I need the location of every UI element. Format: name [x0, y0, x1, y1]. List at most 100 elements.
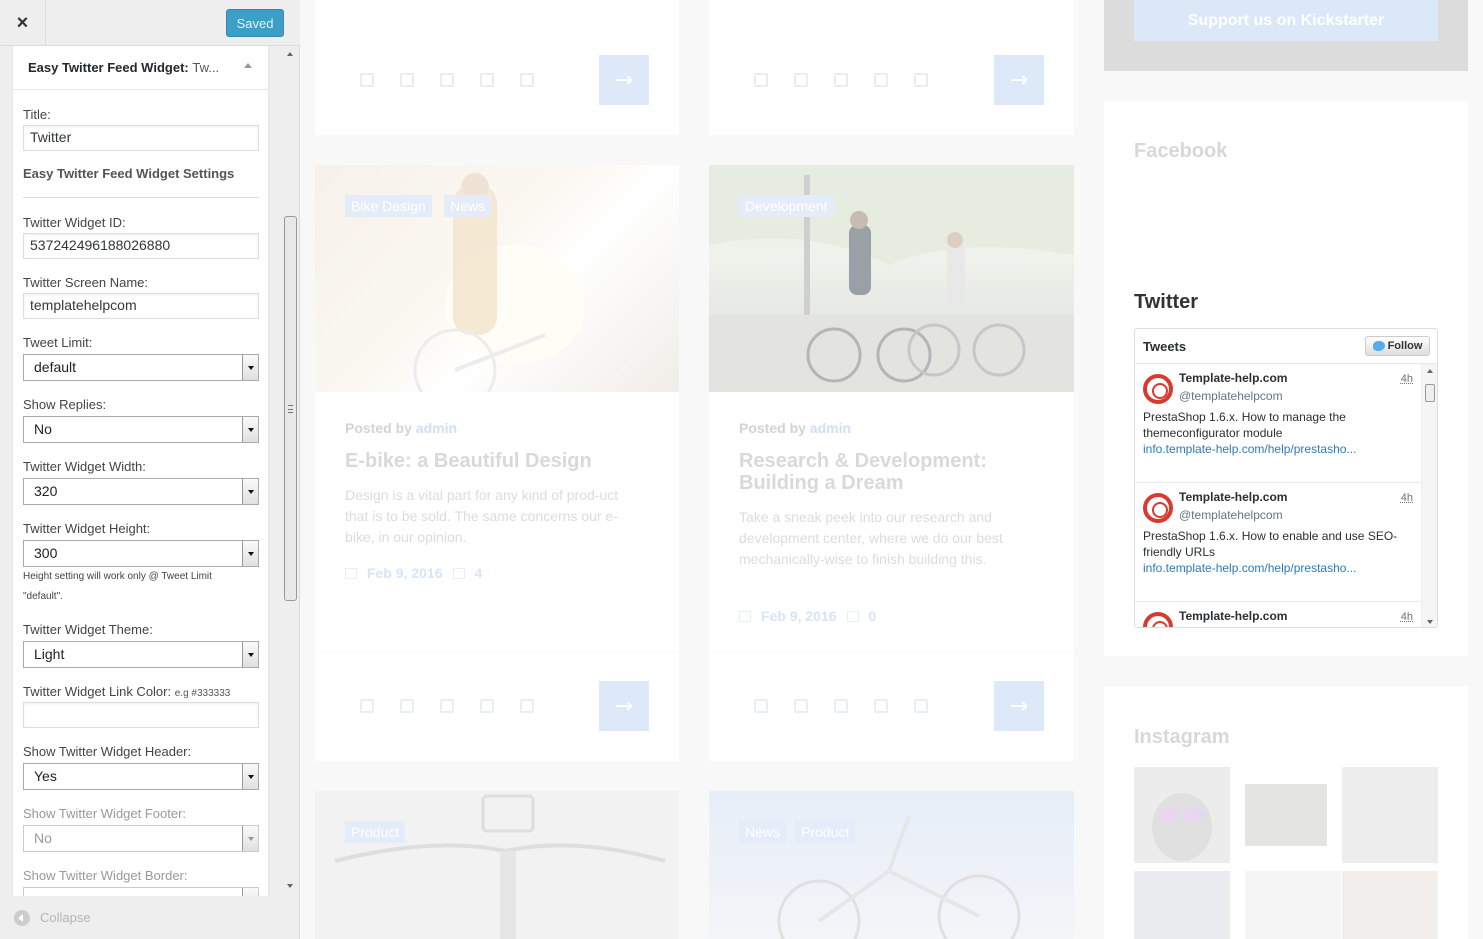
facebook-icon[interactable] [754, 73, 768, 87]
title-input[interactable]: Twitter [23, 125, 259, 151]
post-1-comments[interactable]: 4 [475, 565, 483, 581]
sidebar-scrollbar[interactable] [282, 46, 299, 896]
linkedin-icon[interactable] [480, 73, 494, 87]
tag-news[interactable]: News [739, 821, 787, 843]
twitter-icon[interactable] [794, 73, 808, 87]
arrow-right-icon[interactable]: → [599, 55, 649, 105]
tweet-author-name[interactable]: Template-help.com [1179, 371, 1287, 385]
tweet-limit-select[interactable]: default [23, 354, 259, 381]
timeline-scrollbar[interactable] [1421, 364, 1437, 627]
tweet-author-name[interactable]: Template-help.com [1179, 609, 1287, 623]
link-color-input[interactable] [23, 702, 259, 728]
google-plus-icon[interactable] [834, 73, 848, 87]
scroll-down-icon[interactable] [1427, 620, 1433, 624]
arrow-right-icon[interactable]: → [994, 55, 1044, 105]
chevron-down-icon[interactable] [242, 642, 258, 667]
tweet-author-handle[interactable]: @templatehelpcom [1179, 389, 1283, 403]
post-card-top-right: → [709, 0, 1074, 135]
instagram-photo[interactable] [1245, 871, 1341, 939]
chevron-down-icon[interactable] [242, 479, 258, 504]
arrow-right-icon[interactable]: → [994, 681, 1044, 731]
instagram-photo[interactable] [1134, 871, 1230, 939]
tweet-item[interactable]: Template-help.com @templatehelpcom 4h Pr… [1135, 483, 1421, 602]
tweet-item[interactable]: Template-help.com @templatehelpcom 4h Pr… [1135, 364, 1421, 483]
scroll-down-icon[interactable] [287, 884, 293, 888]
post-1-meta: Feb 9, 2016 4 [345, 565, 482, 581]
chevron-down-icon[interactable] [242, 826, 258, 851]
chevron-down-icon[interactable] [242, 541, 258, 566]
post-image-3[interactable] [315, 791, 679, 939]
tweet-time[interactable]: 4h [1401, 373, 1413, 385]
screen-name-input[interactable]: templatehelpcom [23, 293, 259, 319]
avatar[interactable] [1143, 374, 1173, 404]
twitter-icon[interactable] [794, 699, 808, 713]
tweet-time[interactable]: 4h [1401, 611, 1413, 623]
chevron-down-icon[interactable] [242, 888, 258, 896]
post-2-comments[interactable]: 0 [869, 608, 877, 624]
chevron-down-icon[interactable] [242, 355, 258, 380]
pinterest-icon[interactable] [914, 699, 928, 713]
tweet-author-name[interactable]: Template-help.com [1179, 490, 1287, 504]
theme-select[interactable]: Light [23, 641, 259, 668]
instagram-photo[interactable] [1342, 767, 1438, 863]
tag-product[interactable]: Product [345, 821, 406, 843]
post-card-top-left: → [315, 0, 679, 135]
tweet-item[interactable]: Template-help.com 4h [1135, 602, 1421, 627]
post-2-title[interactable]: Research & Development: Building a Dream [739, 450, 1039, 494]
tag-development[interactable]: Development [739, 195, 834, 217]
height-select[interactable]: 300 [23, 540, 259, 567]
arrow-right-icon[interactable]: → [599, 681, 649, 731]
twitter-timeline[interactable]: Tweets Follow Template-help.com @templat… [1134, 328, 1438, 628]
instagram-photo[interactable] [1245, 784, 1327, 846]
collapse-icon [14, 909, 30, 926]
google-plus-icon[interactable] [834, 699, 848, 713]
pinterest-icon[interactable] [914, 73, 928, 87]
chevron-down-icon[interactable] [242, 764, 258, 789]
post-2-author[interactable]: admin [810, 420, 851, 436]
scroll-up-icon[interactable] [287, 52, 293, 56]
show-header-select[interactable]: Yes [23, 763, 259, 790]
twitter-icon[interactable] [400, 699, 414, 713]
close-icon[interactable]: × [0, 0, 46, 46]
post-image-4[interactable] [709, 791, 1074, 939]
widget-id-input[interactable]: 537242496188026880 [23, 233, 259, 259]
tweet-link[interactable]: info.template-help.com/help/prestasho... [1143, 561, 1356, 575]
linkedin-icon[interactable] [874, 699, 888, 713]
avatar[interactable] [1143, 493, 1173, 523]
tag-product[interactable]: Product [795, 821, 856, 843]
tweet-author-handle[interactable]: @templatehelpcom [1179, 508, 1283, 522]
timeline-scrollbar-thumb[interactable] [1425, 384, 1435, 402]
linkedin-icon[interactable] [874, 73, 888, 87]
post-1-title[interactable]: E-bike: a Beautiful Design [345, 450, 655, 472]
linkedin-icon[interactable] [480, 699, 494, 713]
scroll-up-icon[interactable] [1427, 369, 1433, 373]
pinterest-icon[interactable] [520, 699, 534, 713]
saved-button[interactable]: Saved [226, 9, 284, 37]
pinterest-icon[interactable] [520, 73, 534, 87]
collapse-button[interactable]: Collapse [0, 896, 300, 939]
instagram-photo[interactable] [1134, 767, 1230, 863]
chevron-down-icon[interactable] [242, 417, 258, 442]
tag-news[interactable]: News [444, 195, 492, 217]
width-select[interactable]: 320 [23, 478, 259, 505]
follow-button[interactable]: Follow [1365, 336, 1430, 356]
show-footer-select[interactable]: No [23, 825, 259, 852]
google-plus-icon[interactable] [440, 73, 454, 87]
show-replies-select[interactable]: No [23, 416, 259, 443]
widget-panel-header[interactable]: Easy Twitter Feed Widget: Tw... [13, 46, 268, 90]
show-border-select[interactable] [23, 887, 259, 896]
tweet-link[interactable]: info.template-help.com/help/prestasho... [1143, 442, 1356, 456]
kickstarter-button[interactable]: Support us on Kickstarter [1134, 0, 1438, 41]
google-plus-icon[interactable] [440, 699, 454, 713]
avatar[interactable] [1143, 612, 1173, 627]
tag-bike-design[interactable]: Bike Design [345, 195, 432, 217]
facebook-icon[interactable] [360, 73, 374, 87]
post-1-author[interactable]: admin [416, 420, 457, 436]
facebook-icon[interactable] [754, 699, 768, 713]
twitter-icon[interactable] [400, 73, 414, 87]
caret-up-icon[interactable] [244, 63, 252, 68]
scrollbar-thumb[interactable] [284, 216, 297, 601]
tweet-time[interactable]: 4h [1401, 492, 1413, 504]
facebook-icon[interactable] [360, 699, 374, 713]
instagram-photo[interactable] [1342, 871, 1438, 939]
